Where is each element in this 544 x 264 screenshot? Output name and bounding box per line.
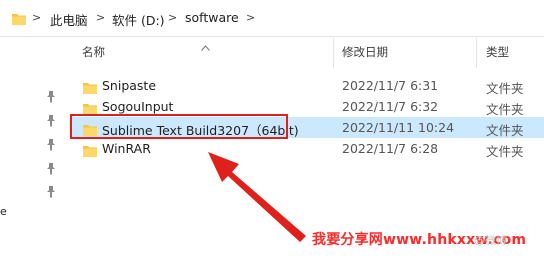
arrow-annotation [208,152,306,242]
watermark-faint-text: @微博 [474,234,507,247]
